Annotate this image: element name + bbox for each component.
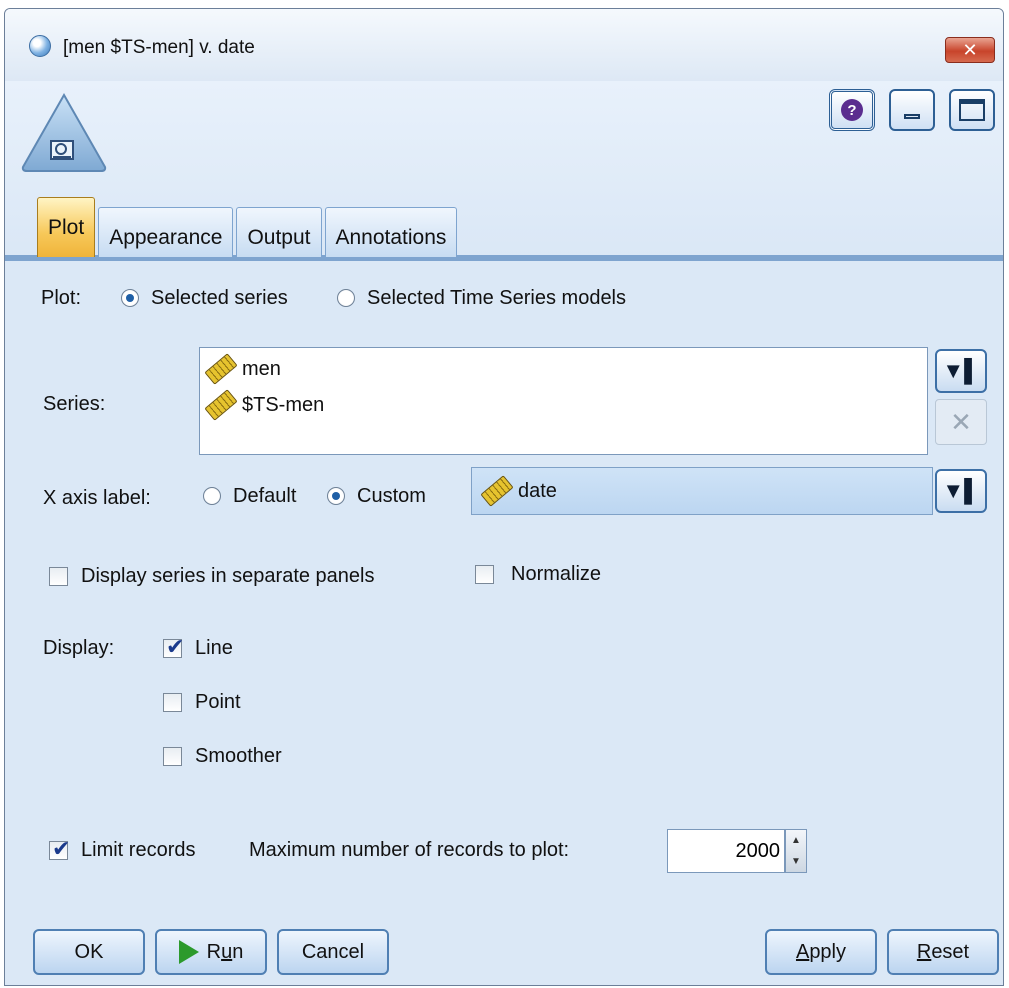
point-checkbox[interactable]: [163, 693, 182, 712]
x-axis-picker-button[interactable]: ▼▌: [935, 469, 987, 513]
ok-button[interactable]: OK: [33, 929, 145, 975]
close-icon: ✕: [962, 39, 978, 60]
remove-x-icon: ✕: [950, 406, 972, 437]
reset-label: Reset: [916, 940, 970, 963]
series-picker-button[interactable]: ▼▌: [935, 349, 987, 393]
plot-tab-content: Plot: Selected series Selected Time Seri…: [5, 261, 1003, 985]
tab-annotations[interactable]: Annotations: [324, 207, 458, 257]
maximize-icon: [959, 99, 985, 121]
separate-panels-label: Display series in separate panels: [81, 565, 375, 587]
normalize-label: Normalize: [511, 563, 602, 585]
tab-strip: Plot Appearance Output Annotations: [37, 195, 460, 257]
smoother-label: Smoother: [195, 745, 282, 767]
help-button[interactable]: ?: [829, 89, 875, 131]
minimize-panel-button[interactable]: [889, 89, 935, 131]
close-button[interactable]: ✕: [945, 37, 995, 63]
ruler-icon: [204, 389, 238, 421]
x-axis-label: X axis label:: [43, 487, 151, 509]
spin-down-icon[interactable]: ▼: [791, 856, 801, 867]
ruler-icon: [204, 353, 238, 385]
cancel-button[interactable]: Cancel: [277, 929, 389, 975]
line-label: Line: [195, 637, 233, 659]
remove-series-button[interactable]: ✕: [935, 399, 987, 445]
check-icon: ✔: [166, 634, 185, 659]
list-item[interactable]: $TS-men: [204, 389, 325, 421]
series-item-label: $TS-men: [242, 393, 325, 416]
default-radio[interactable]: [203, 487, 221, 505]
limit-records-label: Limit records: [81, 839, 196, 861]
run-button[interactable]: Run: [155, 929, 267, 975]
reset-button[interactable]: Reset: [887, 929, 999, 975]
play-icon: [178, 940, 199, 964]
title-bar: [men $TS-men] v. date ✕: [5, 9, 1003, 81]
ok-label: OK: [74, 940, 104, 963]
dialog-window: [men $TS-men] v. date ✕ ? Plot Appearanc…: [4, 8, 1004, 986]
limit-records-checkbox[interactable]: ✔: [49, 836, 70, 861]
max-records-label: Maximum number of records to plot:: [249, 839, 570, 861]
cancel-label: Cancel: [301, 940, 365, 963]
field-picker-icon: ▼▌: [942, 478, 980, 503]
x-axis-field-value: date: [518, 479, 557, 502]
maximize-panel-button[interactable]: [949, 89, 995, 131]
ruler-icon: [480, 475, 514, 507]
selected-series-label: Selected series: [151, 287, 288, 309]
custom-radio[interactable]: [327, 487, 345, 505]
selected-models-label: Selected Time Series models: [367, 287, 627, 309]
app-gem-icon: [29, 35, 51, 57]
max-records-spinner[interactable]: ▲ ▼: [785, 829, 807, 873]
field-picker-icon: ▼▌: [942, 358, 980, 383]
series-label: Series:: [43, 393, 106, 415]
default-label: Default: [233, 485, 297, 507]
minimize-icon: [904, 113, 920, 119]
selected-series-radio[interactable]: [121, 289, 139, 307]
run-label: Run: [206, 940, 244, 963]
check-icon: ✔: [52, 836, 71, 861]
list-item[interactable]: men: [204, 353, 281, 385]
series-list[interactable]: men $TS-men: [199, 347, 928, 455]
display-label: Display:: [43, 637, 115, 659]
line-checkbox[interactable]: ✔: [163, 634, 184, 659]
selected-models-radio[interactable]: [337, 289, 355, 307]
tab-appearance[interactable]: Appearance: [98, 207, 234, 257]
help-icon: ?: [841, 99, 863, 121]
spin-up-icon[interactable]: ▲: [791, 835, 801, 846]
apply-button[interactable]: Apply: [765, 929, 877, 975]
series-item-label: men: [242, 357, 281, 380]
smoother-checkbox[interactable]: [163, 747, 182, 766]
x-axis-field[interactable]: date: [471, 467, 933, 515]
timeplot-node-icon: [21, 92, 107, 172]
max-records-input[interactable]: 2000: [667, 829, 785, 873]
apply-label: Apply: [795, 940, 847, 963]
separate-panels-checkbox[interactable]: [49, 567, 68, 586]
tab-output[interactable]: Output: [236, 207, 322, 257]
normalize-checkbox[interactable]: [475, 565, 494, 584]
window-title: [men $TS-men] v. date: [63, 37, 255, 58]
tab-plot[interactable]: Plot: [37, 197, 96, 257]
custom-label: Custom: [357, 485, 426, 507]
plot-label: Plot:: [41, 287, 82, 309]
point-label: Point: [195, 691, 241, 713]
